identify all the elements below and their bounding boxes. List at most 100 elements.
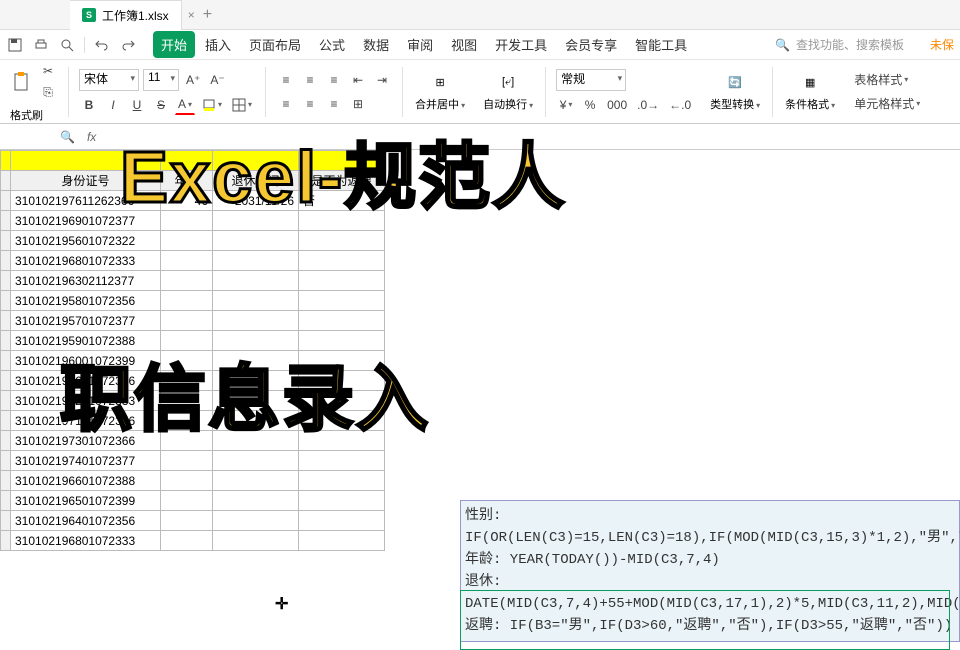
percent-button[interactable]: % — [580, 95, 600, 115]
cell-retire[interactable] — [213, 251, 299, 271]
copy-icon[interactable]: ⎘ — [38, 83, 58, 103]
table-row[interactable]: 310102196601072388 — [1, 471, 385, 491]
tab-data[interactable]: 数据 — [355, 31, 397, 58]
tab-devtools[interactable]: 开发工具 — [487, 31, 555, 58]
cell-id[interactable]: 310102196801072333 — [11, 251, 161, 271]
cell-retire[interactable] — [213, 491, 299, 511]
cell-retire[interactable] — [213, 231, 299, 251]
cell-age[interactable] — [161, 451, 213, 471]
fill-color-button[interactable] — [199, 95, 225, 115]
tab-member[interactable]: 会员专享 — [557, 31, 625, 58]
document-tab[interactable]: S 工作簿1.xlsx — [70, 0, 182, 30]
undo-icon[interactable] — [93, 36, 111, 54]
merge-cells-button[interactable]: ⊞ 合并居中 — [409, 72, 471, 112]
cell-age[interactable] — [161, 251, 213, 271]
cell-id[interactable]: 310102197401072377 — [11, 451, 161, 471]
cell-retire[interactable] — [213, 531, 299, 551]
italic-button[interactable]: I — [103, 95, 123, 115]
merge-icon[interactable]: ⊞ — [348, 94, 368, 114]
cell-rehire[interactable] — [299, 491, 385, 511]
font-color-button[interactable]: A — [175, 95, 195, 115]
type-convert-button[interactable]: 🔄 类型转换 — [704, 72, 766, 112]
search-mini-icon[interactable]: 🔍 — [60, 130, 75, 144]
tab-review[interactable]: 审阅 — [399, 31, 441, 58]
preview-icon[interactable] — [58, 36, 76, 54]
align-right-icon[interactable]: ≡ — [324, 94, 344, 114]
underline-button[interactable]: U — [127, 95, 147, 115]
save-icon[interactable] — [6, 36, 24, 54]
cell-rehire[interactable] — [299, 271, 385, 291]
search-placeholder[interactable]: 查找功能、搜索模板 — [796, 36, 904, 53]
format-painter-label[interactable]: 格式刷 — [10, 107, 43, 123]
row-header-stub[interactable] — [1, 171, 11, 191]
tab-home[interactable]: 开始 — [153, 31, 195, 58]
increase-font-icon[interactable]: A⁺ — [183, 70, 203, 90]
redo-icon[interactable] — [119, 36, 137, 54]
align-middle-icon[interactable]: ≡ — [300, 70, 320, 90]
cell-age[interactable] — [161, 231, 213, 251]
table-row[interactable]: 310102196401072356 — [1, 511, 385, 531]
tab-insert[interactable]: 插入 — [197, 31, 239, 58]
fx-label[interactable]: fx — [87, 130, 96, 144]
cell-id[interactable]: 310102196401072356 — [11, 511, 161, 531]
indent-left-icon[interactable]: ⇤ — [348, 70, 368, 90]
cell-id[interactable]: 310102195701072377 — [11, 311, 161, 331]
cell-retire[interactable] — [213, 311, 299, 331]
tab-close-icon[interactable]: × — [188, 8, 195, 22]
indent-right-icon[interactable]: ⇥ — [372, 70, 392, 90]
decrease-font-icon[interactable]: A⁻ — [207, 70, 227, 90]
cell-age[interactable] — [161, 491, 213, 511]
cell-age[interactable] — [161, 531, 213, 551]
align-center-icon[interactable]: ≡ — [300, 94, 320, 114]
cell-age[interactable] — [161, 471, 213, 491]
align-left-icon[interactable]: ≡ — [276, 94, 296, 114]
cell-rehire[interactable] — [299, 471, 385, 491]
border-button[interactable] — [229, 95, 255, 115]
cell-id[interactable]: 310102196501072399 — [11, 491, 161, 511]
table-row[interactable]: 310102196302112377 — [1, 271, 385, 291]
table-row[interactable]: 310102196801072333 — [1, 251, 385, 271]
number-format-select[interactable]: 常规 — [556, 69, 626, 91]
cell-rehire[interactable] — [299, 511, 385, 531]
tab-smarttools[interactable]: 智能工具 — [627, 31, 695, 58]
cell-retire[interactable] — [213, 451, 299, 471]
cell-age[interactable] — [161, 271, 213, 291]
cell-id[interactable]: 310102196302112377 — [11, 271, 161, 291]
print-icon[interactable] — [32, 36, 50, 54]
currency-button[interactable]: ¥ — [556, 95, 576, 115]
cell-id[interactable]: 310102196601072388 — [11, 471, 161, 491]
new-tab-button[interactable]: + — [203, 6, 212, 24]
tab-view[interactable]: 视图 — [443, 31, 485, 58]
strikethrough-button[interactable]: S — [151, 95, 171, 115]
cell-retire[interactable] — [213, 511, 299, 531]
cell-rehire[interactable] — [299, 451, 385, 471]
cell-rehire[interactable] — [299, 291, 385, 311]
decimal-decrease-icon[interactable]: ←.0 — [666, 95, 694, 115]
table-row[interactable]: 310102195601072322 — [1, 231, 385, 251]
table-row[interactable]: 310102197401072377 — [1, 451, 385, 471]
tab-pagelayout[interactable]: 页面布局 — [241, 31, 309, 58]
cell-rehire[interactable] — [299, 231, 385, 251]
align-bottom-icon[interactable]: ≡ — [324, 70, 344, 90]
paste-icon[interactable] — [10, 72, 34, 92]
wrap-text-button[interactable]: [⤶] 自动换行 — [477, 72, 539, 112]
cell-id[interactable]: 310102195801072356 — [11, 291, 161, 311]
cell-rehire[interactable] — [299, 311, 385, 331]
table-row[interactable]: 310102195801072356 — [1, 291, 385, 311]
cut-icon[interactable]: ✂ — [38, 61, 58, 81]
cell-style-button[interactable]: 单元格样式 — [851, 94, 923, 114]
tab-formula[interactable]: 公式 — [311, 31, 353, 58]
cell-id[interactable]: 310102196801072333 — [11, 531, 161, 551]
table-style-button[interactable]: 表格样式 — [851, 70, 911, 90]
cell-age[interactable] — [161, 511, 213, 531]
cell-id[interactable]: 310102195601072322 — [11, 231, 161, 251]
cell-rehire[interactable] — [299, 531, 385, 551]
bold-button[interactable]: B — [79, 95, 99, 115]
cell-retire[interactable] — [213, 471, 299, 491]
cell-rehire[interactable] — [299, 251, 385, 271]
comma-button[interactable]: 000 — [604, 95, 630, 115]
cell-age[interactable] — [161, 291, 213, 311]
align-top-icon[interactable]: ≡ — [276, 70, 296, 90]
conditional-format-button[interactable]: ▦ 条件格式 — [779, 72, 841, 112]
cell-retire[interactable] — [213, 291, 299, 311]
